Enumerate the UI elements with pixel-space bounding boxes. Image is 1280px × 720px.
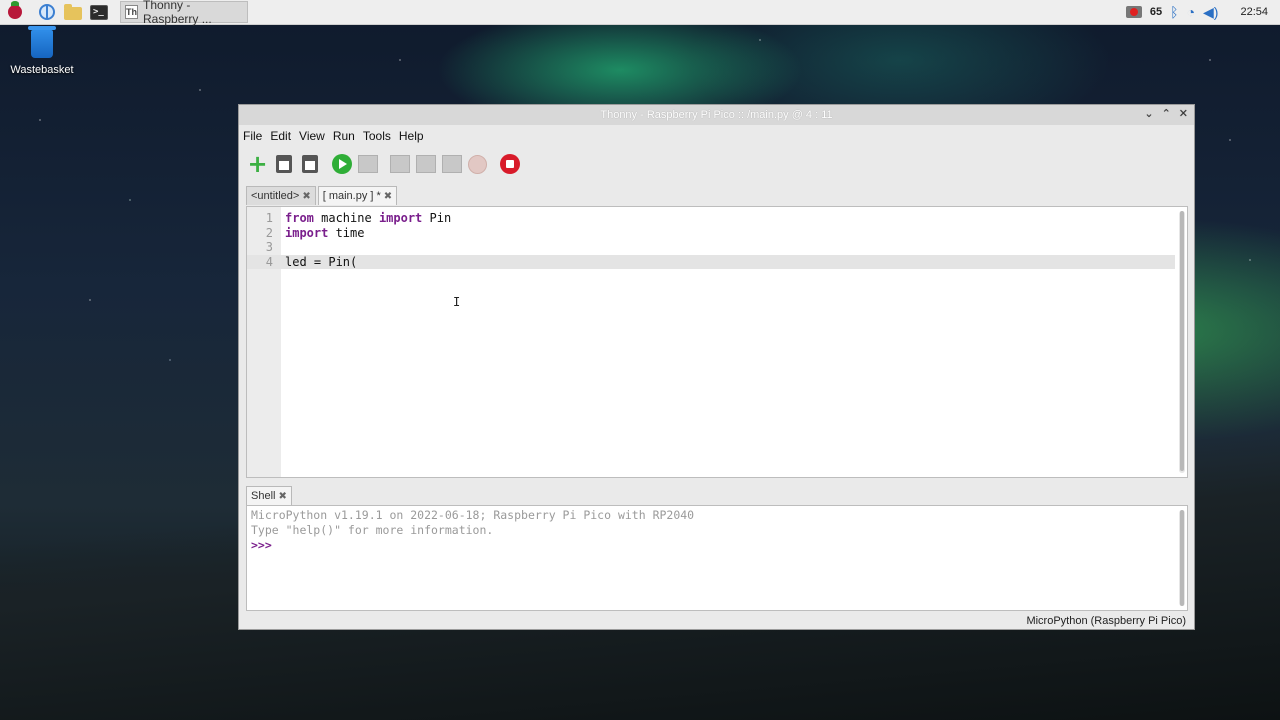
run-icon bbox=[331, 154, 352, 174]
stop-button[interactable] bbox=[499, 154, 520, 175]
folder-icon bbox=[64, 4, 82, 20]
tab-shell[interactable]: Shell ✖ bbox=[246, 486, 292, 505]
code-text: machine bbox=[313, 211, 379, 225]
code-editor[interactable]: 1 from machine import Pin 2 import time … bbox=[246, 206, 1188, 478]
step-over-button[interactable] bbox=[389, 154, 410, 175]
shell-help-line: Type "help()" for more information. bbox=[251, 523, 494, 537]
volume-icon[interactable]: ◀) bbox=[1203, 4, 1218, 21]
menu-run[interactable]: Run bbox=[333, 129, 355, 143]
new-button[interactable]: + bbox=[247, 150, 268, 178]
top-panel: >_ Th Thonny - Raspberry ... 65 ᛒ ◔ ◀) 2… bbox=[0, 0, 1280, 26]
shell-banner-line: MicroPython v1.19.1 on 2022-06-18; Raspb… bbox=[251, 508, 695, 522]
keyword: from bbox=[285, 211, 314, 225]
toolbar: + bbox=[239, 147, 1194, 181]
terminal-launcher[interactable]: >_ bbox=[88, 1, 110, 23]
interpreter-status[interactable]: MicroPython (Raspberry Pi Pico) bbox=[1026, 615, 1186, 627]
step-into-icon bbox=[415, 155, 436, 173]
record-icon[interactable] bbox=[1125, 6, 1142, 18]
stop-icon bbox=[499, 154, 520, 174]
wastebasket-icon bbox=[28, 26, 56, 58]
clock[interactable]: 22:54 bbox=[1240, 6, 1268, 18]
text-cursor-icon: I bbox=[453, 295, 461, 309]
menu-tools[interactable]: Tools bbox=[363, 129, 391, 143]
line-number: 3 bbox=[265, 240, 273, 255]
close-tab-icon[interactable]: ✖ bbox=[384, 191, 392, 202]
desktop-icon-label: Wastebasket bbox=[10, 64, 74, 76]
menu-help[interactable]: Help bbox=[399, 129, 424, 143]
thonny-window: Thonny - Raspberry Pi Pico :: /main.py @… bbox=[238, 104, 1195, 630]
open-icon bbox=[275, 155, 292, 173]
shell-scrollbar[interactable] bbox=[1179, 510, 1185, 606]
code-line: 1 from machine import Pin bbox=[247, 211, 1175, 226]
browser-launcher[interactable] bbox=[36, 1, 58, 23]
tab-label: [ main.py ] * bbox=[322, 190, 381, 202]
code-line: 3 bbox=[247, 240, 1175, 255]
tab-main-py[interactable]: [ main.py ] * ✖ bbox=[317, 186, 398, 205]
maximize-icon[interactable]: ⌃ bbox=[1162, 107, 1171, 120]
current-code-line: 4 led = Pin( bbox=[247, 254, 1175, 270]
run-button[interactable] bbox=[331, 154, 352, 175]
tab-untitled[interactable]: <untitled> ✖ bbox=[246, 186, 316, 205]
tab-label: Shell bbox=[251, 490, 276, 502]
file-manager-launcher[interactable] bbox=[62, 1, 84, 23]
system-tray: 65 ᛒ ◔ ◀) 22:54 bbox=[1125, 0, 1280, 24]
window-title: Thonny - Raspberry Pi Pico :: /main.py @… bbox=[600, 109, 833, 121]
menu-edit[interactable]: Edit bbox=[270, 129, 291, 143]
keyword: import bbox=[285, 225, 329, 240]
keyword: import bbox=[378, 211, 423, 225]
code-line: 2 import time bbox=[247, 226, 1175, 241]
menu-view[interactable]: View bbox=[299, 129, 325, 143]
new-icon: + bbox=[247, 150, 268, 178]
raspberry-menu-button[interactable] bbox=[4, 1, 26, 23]
line-number: 2 bbox=[265, 225, 273, 240]
line-number: 1 bbox=[265, 211, 273, 225]
save-icon bbox=[301, 155, 318, 173]
debug-button[interactable] bbox=[357, 154, 378, 175]
tab-label: <untitled> bbox=[251, 190, 300, 202]
menu-file[interactable]: File bbox=[243, 129, 262, 143]
step-into-button[interactable] bbox=[415, 154, 436, 175]
taskbar-window-label: Thonny - Raspberry ... bbox=[143, 0, 212, 26]
close-tab-icon[interactable]: ✖ bbox=[278, 491, 286, 502]
minimize-icon[interactable]: ⌄ bbox=[1144, 107, 1153, 120]
wifi-icon[interactable]: ◔ bbox=[1187, 4, 1195, 20]
resume-icon bbox=[468, 154, 487, 174]
editor-scrollbar[interactable] bbox=[1179, 211, 1185, 473]
close-tab-icon[interactable]: ✖ bbox=[302, 191, 310, 202]
thonny-icon: Th bbox=[125, 5, 138, 19]
line-number: 4 bbox=[265, 254, 273, 269]
globe-icon bbox=[39, 4, 55, 20]
step-out-button[interactable] bbox=[441, 154, 462, 175]
code-text: time bbox=[328, 225, 365, 240]
taskbar-window-button[interactable]: Th Thonny - Raspberry ... bbox=[120, 0, 248, 26]
tray-value: 65 bbox=[1149, 6, 1163, 18]
menu-bar: File Edit View Run Tools Help bbox=[239, 125, 1194, 147]
desktop-icon-wastebasket[interactable]: Wastebasket bbox=[8, 26, 76, 76]
shell-prompt: >>> bbox=[251, 538, 272, 552]
terminal-icon: >_ bbox=[90, 4, 108, 20]
code-text: led = Pin( bbox=[285, 254, 358, 269]
shell-tabs: Shell ✖ bbox=[246, 485, 294, 505]
open-button[interactable] bbox=[273, 154, 294, 175]
save-button[interactable] bbox=[299, 154, 320, 175]
resume-button[interactable] bbox=[467, 154, 488, 175]
bluetooth-icon[interactable]: ᛒ bbox=[1170, 4, 1178, 20]
shell-panel[interactable]: MicroPython v1.19.1 on 2022-06-18; Raspb… bbox=[246, 505, 1188, 611]
window-titlebar[interactable]: Thonny - Raspberry Pi Pico :: /main.py @… bbox=[239, 105, 1194, 125]
close-icon[interactable]: ✕ bbox=[1179, 107, 1188, 120]
editor-tabs: <untitled> ✖ [ main.py ] * ✖ bbox=[239, 185, 1194, 205]
step-out-icon bbox=[441, 155, 462, 173]
code-text: Pin bbox=[422, 211, 452, 225]
debug-icon bbox=[357, 155, 378, 173]
raspberry-pi-icon bbox=[8, 1, 22, 19]
step-over-icon bbox=[389, 155, 410, 173]
